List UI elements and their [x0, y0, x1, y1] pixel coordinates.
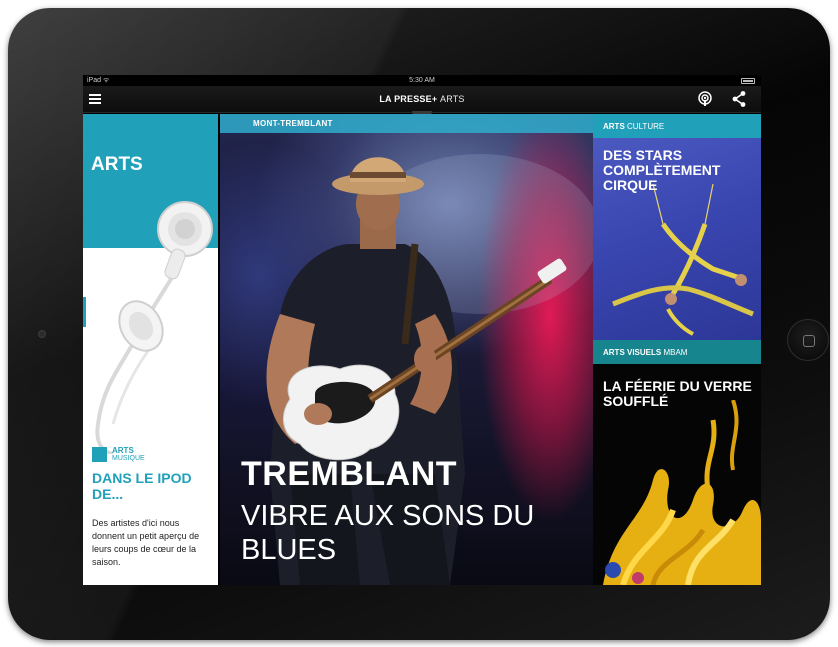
brand-plus: + — [431, 94, 438, 104]
cirque-kicker-bar: ARTS CULTURE — [593, 114, 761, 138]
cirque-kicker-primary: ARTS — [603, 122, 625, 131]
article-headline: DANS LE IPOD DE... — [92, 470, 192, 502]
section-title: ARTS — [91, 154, 143, 175]
cirque-title: DES STARS COMPLÈTEMENT CIRQUE — [603, 147, 721, 193]
feature-headline-bold: TREMBLANT — [241, 455, 458, 493]
feature-article[interactable]: MONT-TREMBLANT TREMBLANT VIBRE AUX SONS … — [220, 114, 593, 585]
brand-name: LA PRESSE — [379, 94, 432, 104]
battery-icon — [741, 78, 755, 84]
article-teaser: Des artistes d'ici nous donnent un petit… — [92, 518, 200, 567]
edge-indicator — [83, 297, 86, 327]
kicker-primary: ARTS — [112, 446, 134, 455]
feature-location-label: MONT-TREMBLANT — [253, 119, 333, 128]
verre-kicker-bar: ARTS VISUELS MBAM — [593, 340, 761, 364]
app-brand: LA PRESSE+ ARTS — [83, 94, 761, 104]
top-nav-bar: LA PRESSE+ ARTS — [83, 86, 761, 117]
status-time: 5:30 AM — [409, 77, 435, 84]
kicker-square-icon — [92, 447, 107, 462]
kicker-secondary: MUSIQUE — [112, 455, 145, 462]
feature-headline-rest: VIBRE AUX SONS DU BLUES — [241, 500, 535, 566]
verre-kicker-secondary: MBAM — [663, 348, 688, 357]
feature-label-bar: MONT-TREMBLANT — [220, 114, 593, 133]
verre-kicker-primary: ARTS VISUELS — [603, 348, 662, 357]
cirque-article-card[interactable]: ARTS CULTURE DES STARS COMPLÈTEMENT CIRQ… — [593, 114, 761, 340]
verre-title: LA FÉERIE DU VERRE SOUFFLÉ — [603, 378, 752, 409]
right-column: ARTS CULTURE DES STARS COMPLÈTEMENT CIRQ… — [593, 114, 761, 585]
app-screen: iPad ᯤ 5:30 AM LA PRESSE+ ARTS ARTS ARTS… — [83, 75, 761, 585]
home-button[interactable] — [787, 319, 829, 361]
podcast-icon[interactable] — [697, 91, 713, 107]
blown-glass-photo — [603, 400, 761, 585]
share-icon[interactable] — [731, 90, 747, 108]
home-button-icon — [803, 335, 815, 347]
cirque-kicker: ARTS CULTURE — [603, 122, 664, 131]
arts-musique-card[interactable]: ARTS ARTS MUSIQUE DANS LE IPOD DE... Des… — [83, 114, 218, 585]
verre-kicker: ARTS VISUELS MBAM — [603, 348, 687, 357]
status-bar: iPad ᯤ 5:30 AM — [83, 75, 761, 86]
earbuds-image — [95, 201, 213, 454]
verre-article-card[interactable]: ARTS VISUELS MBAM LA FÉERIE DU VERRE SOU… — [593, 340, 761, 585]
brand-section: ARTS — [440, 94, 465, 104]
acrobats-photo — [612, 184, 754, 336]
cirque-kicker-secondary: CULTURE — [627, 122, 665, 131]
front-camera — [38, 330, 46, 338]
